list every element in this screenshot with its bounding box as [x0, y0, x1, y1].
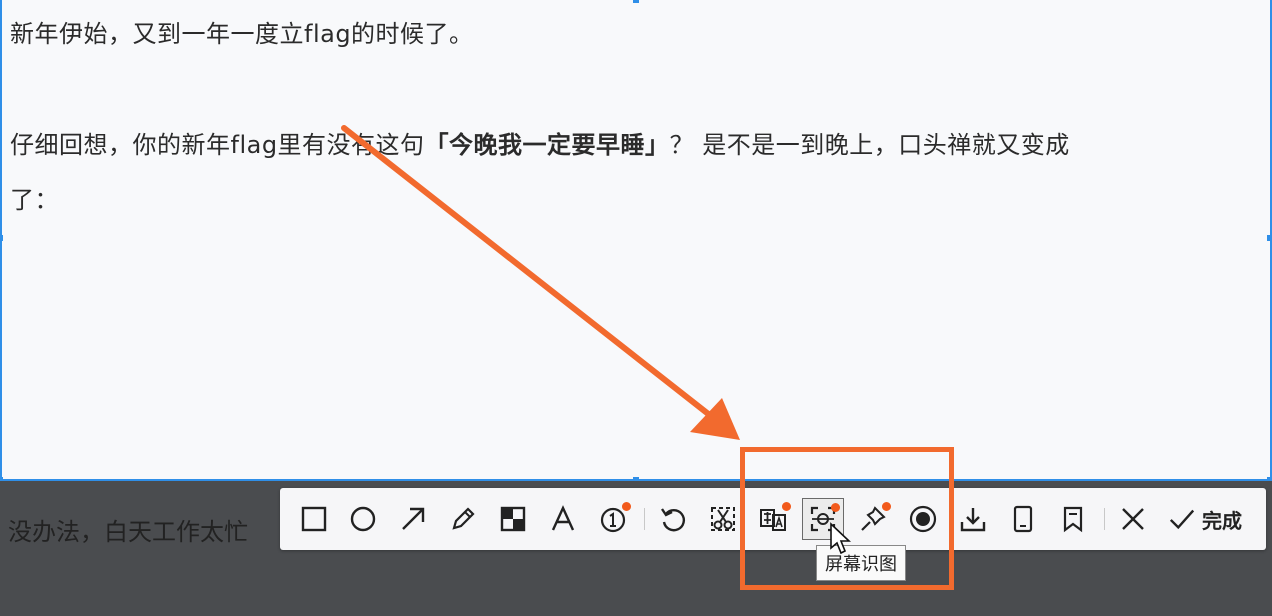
resize-handle-top[interactable]: [633, 0, 639, 3]
scissors-tool[interactable]: [702, 498, 744, 540]
toolbar-divider: [644, 508, 645, 530]
ellipse-tool[interactable]: [342, 498, 384, 540]
paragraph-2-text: 仔细回想，你的新年flag里有没有这句: [10, 131, 425, 159]
rectangle-icon: [301, 506, 327, 532]
pen-tool[interactable]: [442, 498, 484, 540]
capture-region: 新年伊始，又到一年一度立flag的时候了。 仔细回想，你的新年flag里有没有这…: [0, 0, 1272, 481]
check-icon: [1169, 509, 1195, 530]
scissors-icon: [711, 507, 735, 531]
resize-handle-right[interactable]: [1267, 235, 1272, 241]
download-icon: [960, 508, 986, 532]
done-label: 完成: [1202, 508, 1242, 533]
toolbar-divider: [1104, 508, 1105, 530]
resize-handle-left[interactable]: [0, 235, 3, 241]
pencil-icon: [452, 507, 475, 530]
undo-tool[interactable]: [652, 498, 694, 540]
arrow-icon: [402, 507, 425, 530]
close-icon: [1122, 508, 1144, 530]
paragraph-2-bold: 「今晚我一定要早睡」: [424, 131, 670, 159]
undo-icon: [661, 508, 685, 532]
text-icon: [551, 505, 575, 531]
new-badge: [622, 502, 631, 511]
paragraph-2-continued: 了：: [10, 186, 59, 214]
mouse-cursor-icon: [830, 522, 852, 555]
bookmark-tool[interactable]: [1052, 498, 1094, 540]
device-tool[interactable]: [1002, 498, 1044, 540]
mosaic-tool[interactable]: [492, 498, 534, 540]
tablet-icon: [1013, 505, 1033, 533]
number-marker-tool[interactable]: [592, 498, 634, 540]
paragraph-1: 新年伊始，又到一年一度立flag的时候了。: [10, 20, 474, 48]
highlight-box: [740, 447, 954, 590]
paragraph-2: 仔细回想，你的新年flag里有没有这句「今晚我一定要早睡」？ 是不是一到晚上，口…: [10, 125, 1070, 160]
rectangle-tool[interactable]: [293, 498, 335, 540]
mosaic-icon: [500, 506, 526, 532]
arrow-tool[interactable]: [392, 498, 434, 540]
dimmed-text: 没办法，白天工作太忙: [8, 518, 248, 546]
ellipse-icon: [350, 506, 376, 532]
paragraph-2-suffix: ？ 是不是一到晚上，口头禅就又变成: [669, 131, 1070, 159]
download-tool[interactable]: [952, 498, 994, 540]
done-button[interactable]: 完成: [1168, 498, 1242, 540]
close-tool[interactable]: [1112, 498, 1154, 540]
text-tool[interactable]: [542, 498, 584, 540]
bookmark-icon: [1063, 506, 1083, 533]
